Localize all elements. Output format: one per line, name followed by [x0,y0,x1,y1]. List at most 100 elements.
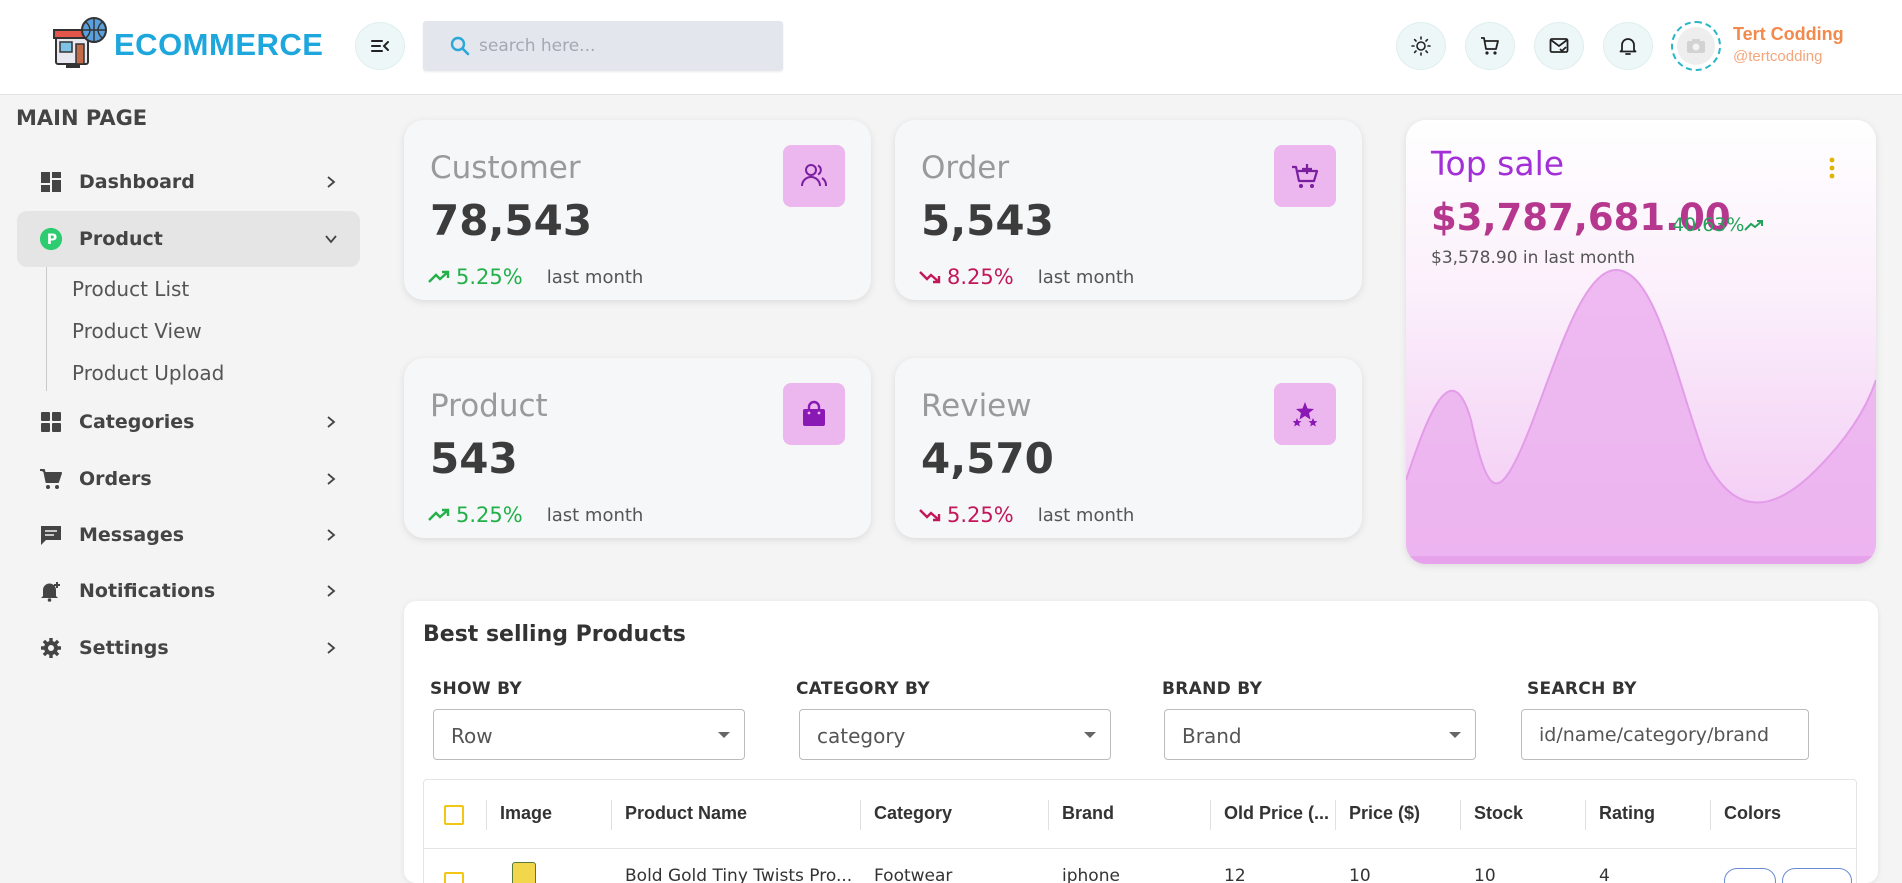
notifications-button[interactable] [1603,22,1653,70]
product-badge-icon: P [39,227,63,251]
filter-label-category-by: CATEGORY BY [796,679,930,699]
row-checkbox[interactable] [444,872,464,883]
top-sale-percent: 40.63% [1672,214,1764,236]
cell-category: Footwear [874,866,953,883]
more-vertical-icon[interactable] [1828,156,1836,180]
cart-plus-icon [1274,145,1336,207]
chevron-right-icon [324,175,338,189]
dropdown-arrow-icon [1449,732,1461,738]
theme-toggle-button[interactable] [1396,22,1446,70]
sidebar-item-label: Categories [79,411,195,433]
card-value: 78,543 [430,196,593,245]
categories-icon [39,410,63,434]
submenu-item-product-view[interactable]: Product View [72,319,202,343]
trend-up-icon [428,508,450,521]
cell-stock: 10 [1474,866,1496,883]
column-header-old-price[interactable]: Old Price (... [1224,803,1329,824]
select-value: Brand [1182,724,1242,748]
sidebar-item-messages[interactable]: Messages [17,507,360,563]
chevron-right-icon [324,528,338,542]
search-input[interactable] [479,36,759,56]
card-title: Product [430,388,548,424]
sidebar-item-label: Orders [79,468,152,490]
table-header: Image Product Name Category Brand Old Pr… [424,780,1856,849]
sidebar-item-categories[interactable]: Categories [17,394,360,450]
products-table: Image Product Name Category Brand Old Pr… [423,779,1857,883]
submenu-item-product-list[interactable]: Product List [72,277,189,301]
mail-button[interactable] [1534,22,1584,70]
stars-icon [1274,383,1336,445]
chevron-right-icon [324,472,338,486]
card-trend: 5.25% last month [919,503,1134,527]
cart-button[interactable] [1465,22,1515,70]
search-bar [423,21,783,71]
submenu-item-product-upload[interactable]: Product Upload [72,361,224,385]
top-sale-subtext: $3,578.90 in last month [1431,248,1636,268]
trend-note: last month [1037,504,1135,526]
top-header: ECOMMERCE Tert Codding @tertcodding [0,0,1902,95]
shopping-bag-icon [783,383,845,445]
sidebar-item-settings[interactable]: Settings [17,620,360,676]
search-by-input[interactable] [1521,709,1809,760]
card-trend: 5.25% last month [428,503,643,527]
column-header-product-name[interactable]: Product Name [625,803,747,824]
card-trend: 8.25% last month [919,265,1134,289]
sidebar-item-notifications[interactable]: Notifications [17,563,360,619]
top-sale-card: Top sale $3,787,681.00 40.63% $3,578.90 … [1406,120,1876,564]
sidebar-item-label: Product [79,228,163,250]
stat-card-order: Order 5,543 8.25% last month [895,120,1362,300]
column-header-price[interactable]: Price ($) [1349,803,1420,824]
brand-by-select[interactable]: Brand [1164,709,1476,760]
message-icon [39,523,63,547]
color-chip [1724,868,1776,883]
chevron-down-icon [324,232,338,246]
trend-percent: 5.25% [456,503,523,527]
sidebar-item-label: Dashboard [79,171,195,193]
product-thumbnail [512,862,536,883]
column-header-rating[interactable]: Rating [1599,803,1655,824]
column-header-stock[interactable]: Stock [1474,803,1523,824]
column-header-category[interactable]: Category [874,803,952,824]
trend-note: last month [546,266,644,288]
column-header-colors[interactable]: Colors [1724,803,1781,824]
card-trend: 5.25% last month [428,265,643,289]
logo[interactable]: ECOMMERCE [50,16,323,74]
sidebar-item-product[interactable]: P Product [17,211,360,267]
sidebar-item-orders[interactable]: Orders [17,451,360,507]
category-by-select[interactable]: category [799,709,1111,760]
color-chip [1782,868,1852,883]
user-name[interactable]: Tert Codding [1733,24,1844,45]
dropdown-arrow-icon [718,732,730,738]
menu-toggle-button[interactable] [355,22,405,70]
select-value: category [817,724,906,748]
user-handle: @tertcodding [1733,48,1823,65]
show-by-select[interactable]: Row [433,709,745,760]
bell-icon [1619,38,1637,55]
menu-collapse-icon [371,40,389,52]
trend-note: last month [1037,266,1135,288]
dashboard-icon [39,170,63,194]
top-sale-title: Top sale [1431,144,1565,183]
cell-rating: 4 [1599,866,1610,883]
trend-up-icon [1744,219,1764,231]
card-title: Customer [430,150,581,186]
section-title: Best selling Products [423,622,686,647]
users-icon [783,145,845,207]
sidebar: MAIN PAGE Dashboard P Product Product Li… [0,96,378,883]
mail-check-icon [1549,38,1569,53]
cart-icon [1481,37,1499,55]
select-all-checkbox[interactable] [444,805,464,825]
avatar[interactable] [1671,21,1721,71]
column-header-brand[interactable]: Brand [1062,803,1114,824]
sidebar-title: MAIN PAGE [16,106,148,130]
select-value: Row [451,724,493,748]
sidebar-item-label: Notifications [79,580,216,602]
card-value: 543 [430,434,518,483]
stat-card-review: Review 4,570 5.25% last month [895,358,1362,538]
column-header-image[interactable]: Image [500,803,552,824]
sidebar-item-label: Settings [79,637,169,659]
sidebar-item-dashboard[interactable]: Dashboard [17,154,360,210]
trend-down-icon [919,509,941,522]
camera-icon [1687,39,1705,53]
trend-note: last month [546,504,644,526]
